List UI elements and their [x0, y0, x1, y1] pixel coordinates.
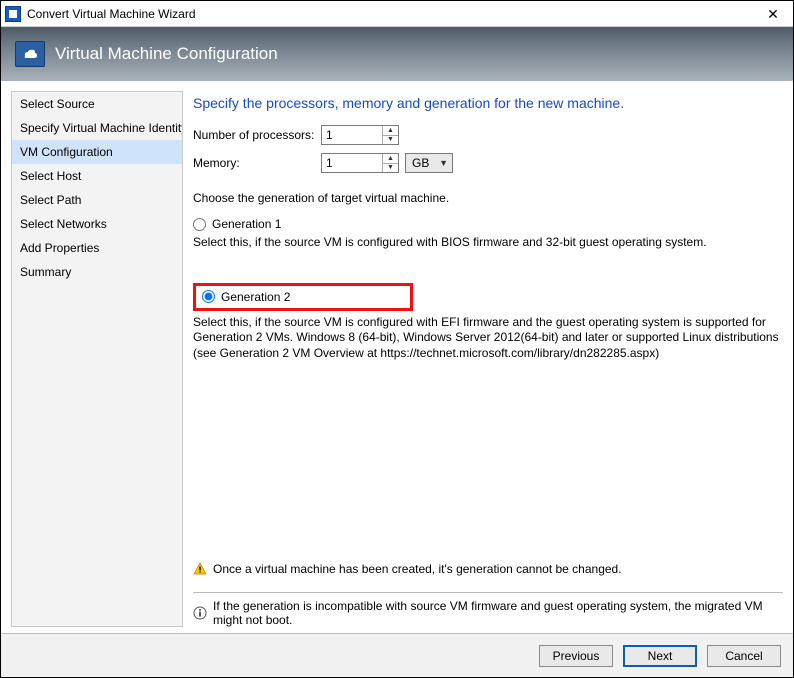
cancel-button[interactable]: Cancel [707, 645, 781, 667]
close-icon[interactable]: ✕ [757, 7, 789, 21]
spinner-down-icon[interactable]: ▼ [383, 164, 398, 173]
memory-unit-value: GB [412, 156, 429, 170]
sidebar-item-select-networks[interactable]: Select Networks [12, 212, 182, 236]
memory-input[interactable] [322, 155, 382, 171]
memory-stepper[interactable]: ▲ ▼ [321, 153, 399, 173]
processors-spinner[interactable]: ▲ ▼ [382, 126, 398, 144]
body: Select Source Specify Virtual Machine Id… [1, 81, 793, 633]
banner-title: Virtual Machine Configuration [55, 44, 278, 64]
next-button[interactable]: Next [623, 645, 697, 667]
wizard-sidebar: Select Source Specify Virtual Machine Id… [11, 91, 183, 627]
info-text: If the generation is incompatible with s… [213, 599, 783, 627]
spinner-down-icon[interactable]: ▼ [383, 136, 398, 145]
app-icon [5, 6, 21, 22]
window-title: Convert Virtual Machine Wizard [27, 7, 757, 21]
titlebar: Convert Virtual Machine Wizard ✕ [1, 1, 793, 27]
sidebar-item-summary[interactable]: Summary [12, 260, 182, 284]
warning-text: Once a virtual machine has been created,… [213, 562, 622, 576]
divider [193, 592, 783, 593]
sidebar-item-select-source[interactable]: Select Source [12, 92, 182, 116]
sidebar-item-specify-identity[interactable]: Specify Virtual Machine Identity [12, 116, 182, 140]
main-panel: Specify the processors, memory and gener… [193, 91, 783, 627]
generation2-description: Select this, if the source VM is configu… [193, 315, 783, 362]
memory-unit-select[interactable]: GB ▼ [405, 153, 453, 173]
sidebar-item-vm-configuration[interactable]: VM Configuration [12, 140, 182, 164]
generation2-highlight: Generation 2 [193, 283, 413, 311]
spinner-up-icon[interactable]: ▲ [383, 126, 398, 136]
memory-row: Memory: ▲ ▼ GB ▼ [193, 153, 783, 173]
footer: Previous Next Cancel [1, 633, 793, 677]
warning-icon [193, 562, 207, 576]
generation1-label: Generation 1 [212, 217, 281, 231]
page-heading: Specify the processors, memory and gener… [193, 95, 783, 111]
warning-row: Once a virtual machine has been created,… [193, 562, 783, 576]
generation2-radio[interactable] [202, 290, 215, 303]
generation-intro: Choose the generation of target virtual … [193, 191, 783, 205]
info-row: If the generation is incompatible with s… [193, 599, 783, 627]
chevron-down-icon: ▼ [439, 158, 448, 168]
spinner-up-icon[interactable]: ▲ [383, 154, 398, 164]
previous-button[interactable]: Previous [539, 645, 613, 667]
sidebar-item-add-properties[interactable]: Add Properties [12, 236, 182, 260]
memory-spinner[interactable]: ▲ ▼ [382, 154, 398, 172]
generation1-radio-row[interactable]: Generation 1 [193, 217, 783, 231]
sidebar-item-select-path[interactable]: Select Path [12, 188, 182, 212]
banner-icon [15, 41, 45, 67]
processors-stepper[interactable]: ▲ ▼ [321, 125, 399, 145]
processors-row: Number of processors: ▲ ▼ [193, 125, 783, 145]
processors-label: Number of processors: [193, 128, 321, 142]
generation1-description: Select this, if the source VM is configu… [193, 235, 783, 251]
wizard-window: Convert Virtual Machine Wizard ✕ Virtual… [0, 0, 794, 678]
sidebar-item-select-host[interactable]: Select Host [12, 164, 182, 188]
info-icon [193, 606, 207, 620]
processors-input[interactable] [322, 127, 382, 143]
banner: Virtual Machine Configuration [1, 27, 793, 81]
generation2-label: Generation 2 [221, 290, 290, 304]
memory-label: Memory: [193, 156, 321, 170]
generation1-radio[interactable] [193, 218, 206, 231]
